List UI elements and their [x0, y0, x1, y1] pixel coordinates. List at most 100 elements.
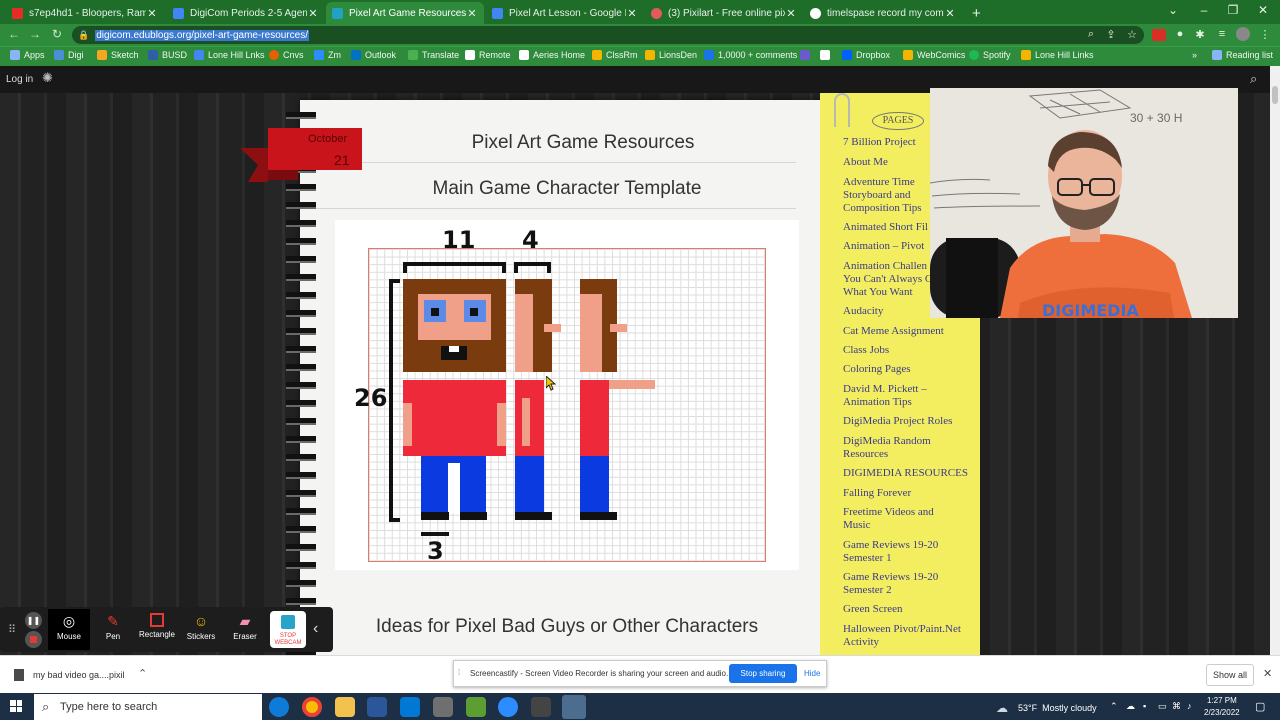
reload-icon[interactable]: ↻ [48, 27, 66, 41]
address-bar[interactable]: 🔒 digicom.edublogs.org/pixel-art-game-re… [72, 26, 1144, 44]
puzzle-extensions-icon[interactable]: ✱ [1192, 28, 1208, 41]
bookmark-item[interactable]: Digi [54, 50, 84, 60]
windows-start-icon[interactable] [10, 700, 22, 712]
chrome-icon[interactable] [302, 697, 322, 717]
app-icon[interactable] [433, 697, 453, 717]
drag-handle-icon[interactable]: ⠿ [8, 623, 16, 636]
bookmark-item[interactable]: LionsDen [645, 50, 697, 60]
tab[interactable]: Pixel Art Lesson - Google Docs ✕ [486, 2, 644, 24]
bookmark-item[interactable]: ClssRm [592, 50, 638, 60]
bookmark-item[interactable]: Lone Hill Links [1021, 50, 1094, 60]
hide-button[interactable]: Hide [804, 669, 820, 678]
bookmark-item[interactable]: 1,0000 + comments [704, 50, 797, 60]
chrome-active-icon[interactable] [562, 695, 586, 719]
taskbar-search[interactable]: ⌕ Type here to search [34, 694, 262, 720]
stop-recording-button[interactable] [25, 631, 42, 648]
pause-button[interactable]: ❚❚ [25, 612, 42, 629]
tool-stickers[interactable]: ☺ Stickers [180, 609, 222, 650]
app-icon[interactable] [531, 697, 551, 717]
minecraft-icon[interactable] [466, 697, 486, 717]
bookmark-item[interactable]: Remote [465, 50, 511, 60]
blog-logo-icon[interactable]: ✺ [42, 70, 53, 86]
stop-sharing-button[interactable]: Stop sharing [729, 664, 797, 683]
show-all-button[interactable]: Show all [1206, 664, 1254, 686]
tab-active[interactable]: Pixel Art Game Resources | Guide ✕ [326, 2, 484, 24]
tool-pen[interactable]: ✎ Pen [92, 609, 134, 650]
restore-icon[interactable]: ❐ [1222, 3, 1244, 17]
minimize-icon[interactable]: – [1193, 3, 1215, 17]
bookmark-item[interactable]: WebComics [903, 50, 965, 60]
onedrive-icon[interactable]: ☁ [1126, 701, 1135, 712]
sidebar-link[interactable]: David M. Pickett – Animation Tips [843, 383, 938, 409]
sidebar-link[interactable]: DigiMedia Project Roles [843, 415, 973, 428]
weather-text[interactable]: 53°F Mostly cloudy [1018, 703, 1097, 713]
collapse-toolbar-icon[interactable]: ‹ [313, 620, 318, 638]
tab-search-icon[interactable]: ⌄ [1162, 3, 1184, 17]
tab[interactable]: s7ep4hd1 - Bloopers, Rams, and ✕ [6, 2, 164, 24]
sidebar-link[interactable]: Falling Forever [843, 487, 973, 500]
bookmark-item[interactable]: Dropbox [842, 50, 890, 60]
share-icon[interactable]: ⇪ [1103, 28, 1119, 41]
search-icon[interactable]: ⌕ [1250, 71, 1257, 87]
bookmark-item[interactable] [800, 50, 814, 60]
clock-date[interactable]: 2/23/2022 [1204, 708, 1240, 717]
extension-icon[interactable] [1152, 29, 1166, 41]
tool-rectangle[interactable]: Rectangle [136, 609, 178, 650]
bookmark-apps[interactable]: Apps [10, 50, 45, 60]
volume-icon[interactable]: ♪ [1187, 701, 1192, 711]
bookmark-item[interactable]: Outlook [351, 50, 396, 60]
bookmark-item[interactable] [820, 50, 834, 60]
avatar[interactable] [1236, 27, 1250, 41]
login-link[interactable]: Log in [6, 74, 33, 85]
screencastify-icon[interactable]: ● [1172, 28, 1188, 40]
sidebar-link[interactable]: DigiMedia Random Resources [843, 435, 943, 461]
sidebar-link[interactable]: Halloween Pivot/Paint.Net Activity [843, 623, 969, 649]
media-icon[interactable]: ≡ [1214, 28, 1230, 40]
sidebar-link[interactable]: Class Jobs [843, 344, 973, 357]
chevron-up-icon[interactable]: ⌃ [138, 667, 147, 680]
back-icon[interactable]: ← [5, 27, 23, 41]
word-icon[interactable] [367, 697, 387, 717]
bookmark-item[interactable]: Translate [408, 50, 459, 60]
close-icon[interactable]: ✕ [626, 7, 638, 20]
close-icon[interactable]: ✕ [944, 7, 956, 20]
edge-icon[interactable] [269, 697, 289, 717]
bookmark-item[interactable]: Cnvs [269, 50, 304, 60]
outlook-icon[interactable] [400, 697, 420, 717]
sidebar-link[interactable]: Green Screen [843, 603, 973, 616]
tool-mouse[interactable]: ◎ Mouse [48, 609, 90, 650]
bookmark-item[interactable]: Sketch [97, 50, 139, 60]
close-icon[interactable]: ✕ [785, 7, 797, 20]
sidebar-link[interactable]: Freetime Videos and Music [843, 506, 943, 532]
drag-handle-icon[interactable]: ⁞ [458, 668, 460, 677]
new-tab-button[interactable]: + [966, 2, 988, 24]
weather-icon[interactable]: ☁ [996, 701, 1008, 715]
zoom-icon[interactable]: ⌕ [1083, 28, 1099, 41]
bookmarks-overflow-icon[interactable]: » [1192, 50, 1197, 60]
tray-app-icon[interactable]: ▪ [1143, 701, 1146, 711]
url-text[interactable]: digicom.edublogs.org/pixel-art-game-reso… [95, 29, 309, 41]
close-downloads-icon[interactable]: ✕ [1263, 667, 1272, 680]
sidebar-link[interactable]: Coloring Pages [843, 363, 973, 376]
file-explorer-icon[interactable] [335, 697, 355, 717]
bookmark-star-icon[interactable]: ☆ [1124, 28, 1140, 41]
sidebar-link[interactable]: Game Reviews 19-20 Semester 1 [843, 539, 943, 565]
network-icon[interactable]: ⌘ [1172, 701, 1181, 712]
sidebar-link[interactable]: Adventure Time Storyboard and Compositio… [843, 176, 935, 215]
stop-webcam-button[interactable]: STOP WEBCAM [270, 611, 306, 648]
bookmark-item[interactable]: Reading list [1212, 50, 1273, 60]
bookmark-item[interactable]: Lone Hill Lnks [194, 50, 265, 60]
bookmark-item[interactable]: BUSD [148, 50, 187, 60]
tab[interactable]: (3) Pixilart - Free online pixel art ✕ [645, 2, 803, 24]
sidebar-link[interactable]: DIGIMEDIA RESOURCES [843, 467, 973, 480]
scrollbar-thumb[interactable] [1272, 86, 1278, 104]
tray-chevron-icon[interactable]: ⌃ [1110, 701, 1118, 712]
download-filename[interactable]: my bad video ga....pixil [33, 670, 125, 680]
close-icon[interactable]: ✕ [466, 7, 478, 20]
battery-icon[interactable]: ▭ [1158, 701, 1167, 712]
tool-eraser[interactable]: ▰ Eraser [224, 609, 266, 650]
forward-icon[interactable]: → [26, 27, 44, 41]
sidebar-link[interactable]: Game Reviews 19-20 Semester 2 [843, 571, 943, 597]
clock-time[interactable]: 1:27 PM [1207, 696, 1237, 705]
tab[interactable]: timelspase record my computer ✕ [804, 2, 962, 24]
